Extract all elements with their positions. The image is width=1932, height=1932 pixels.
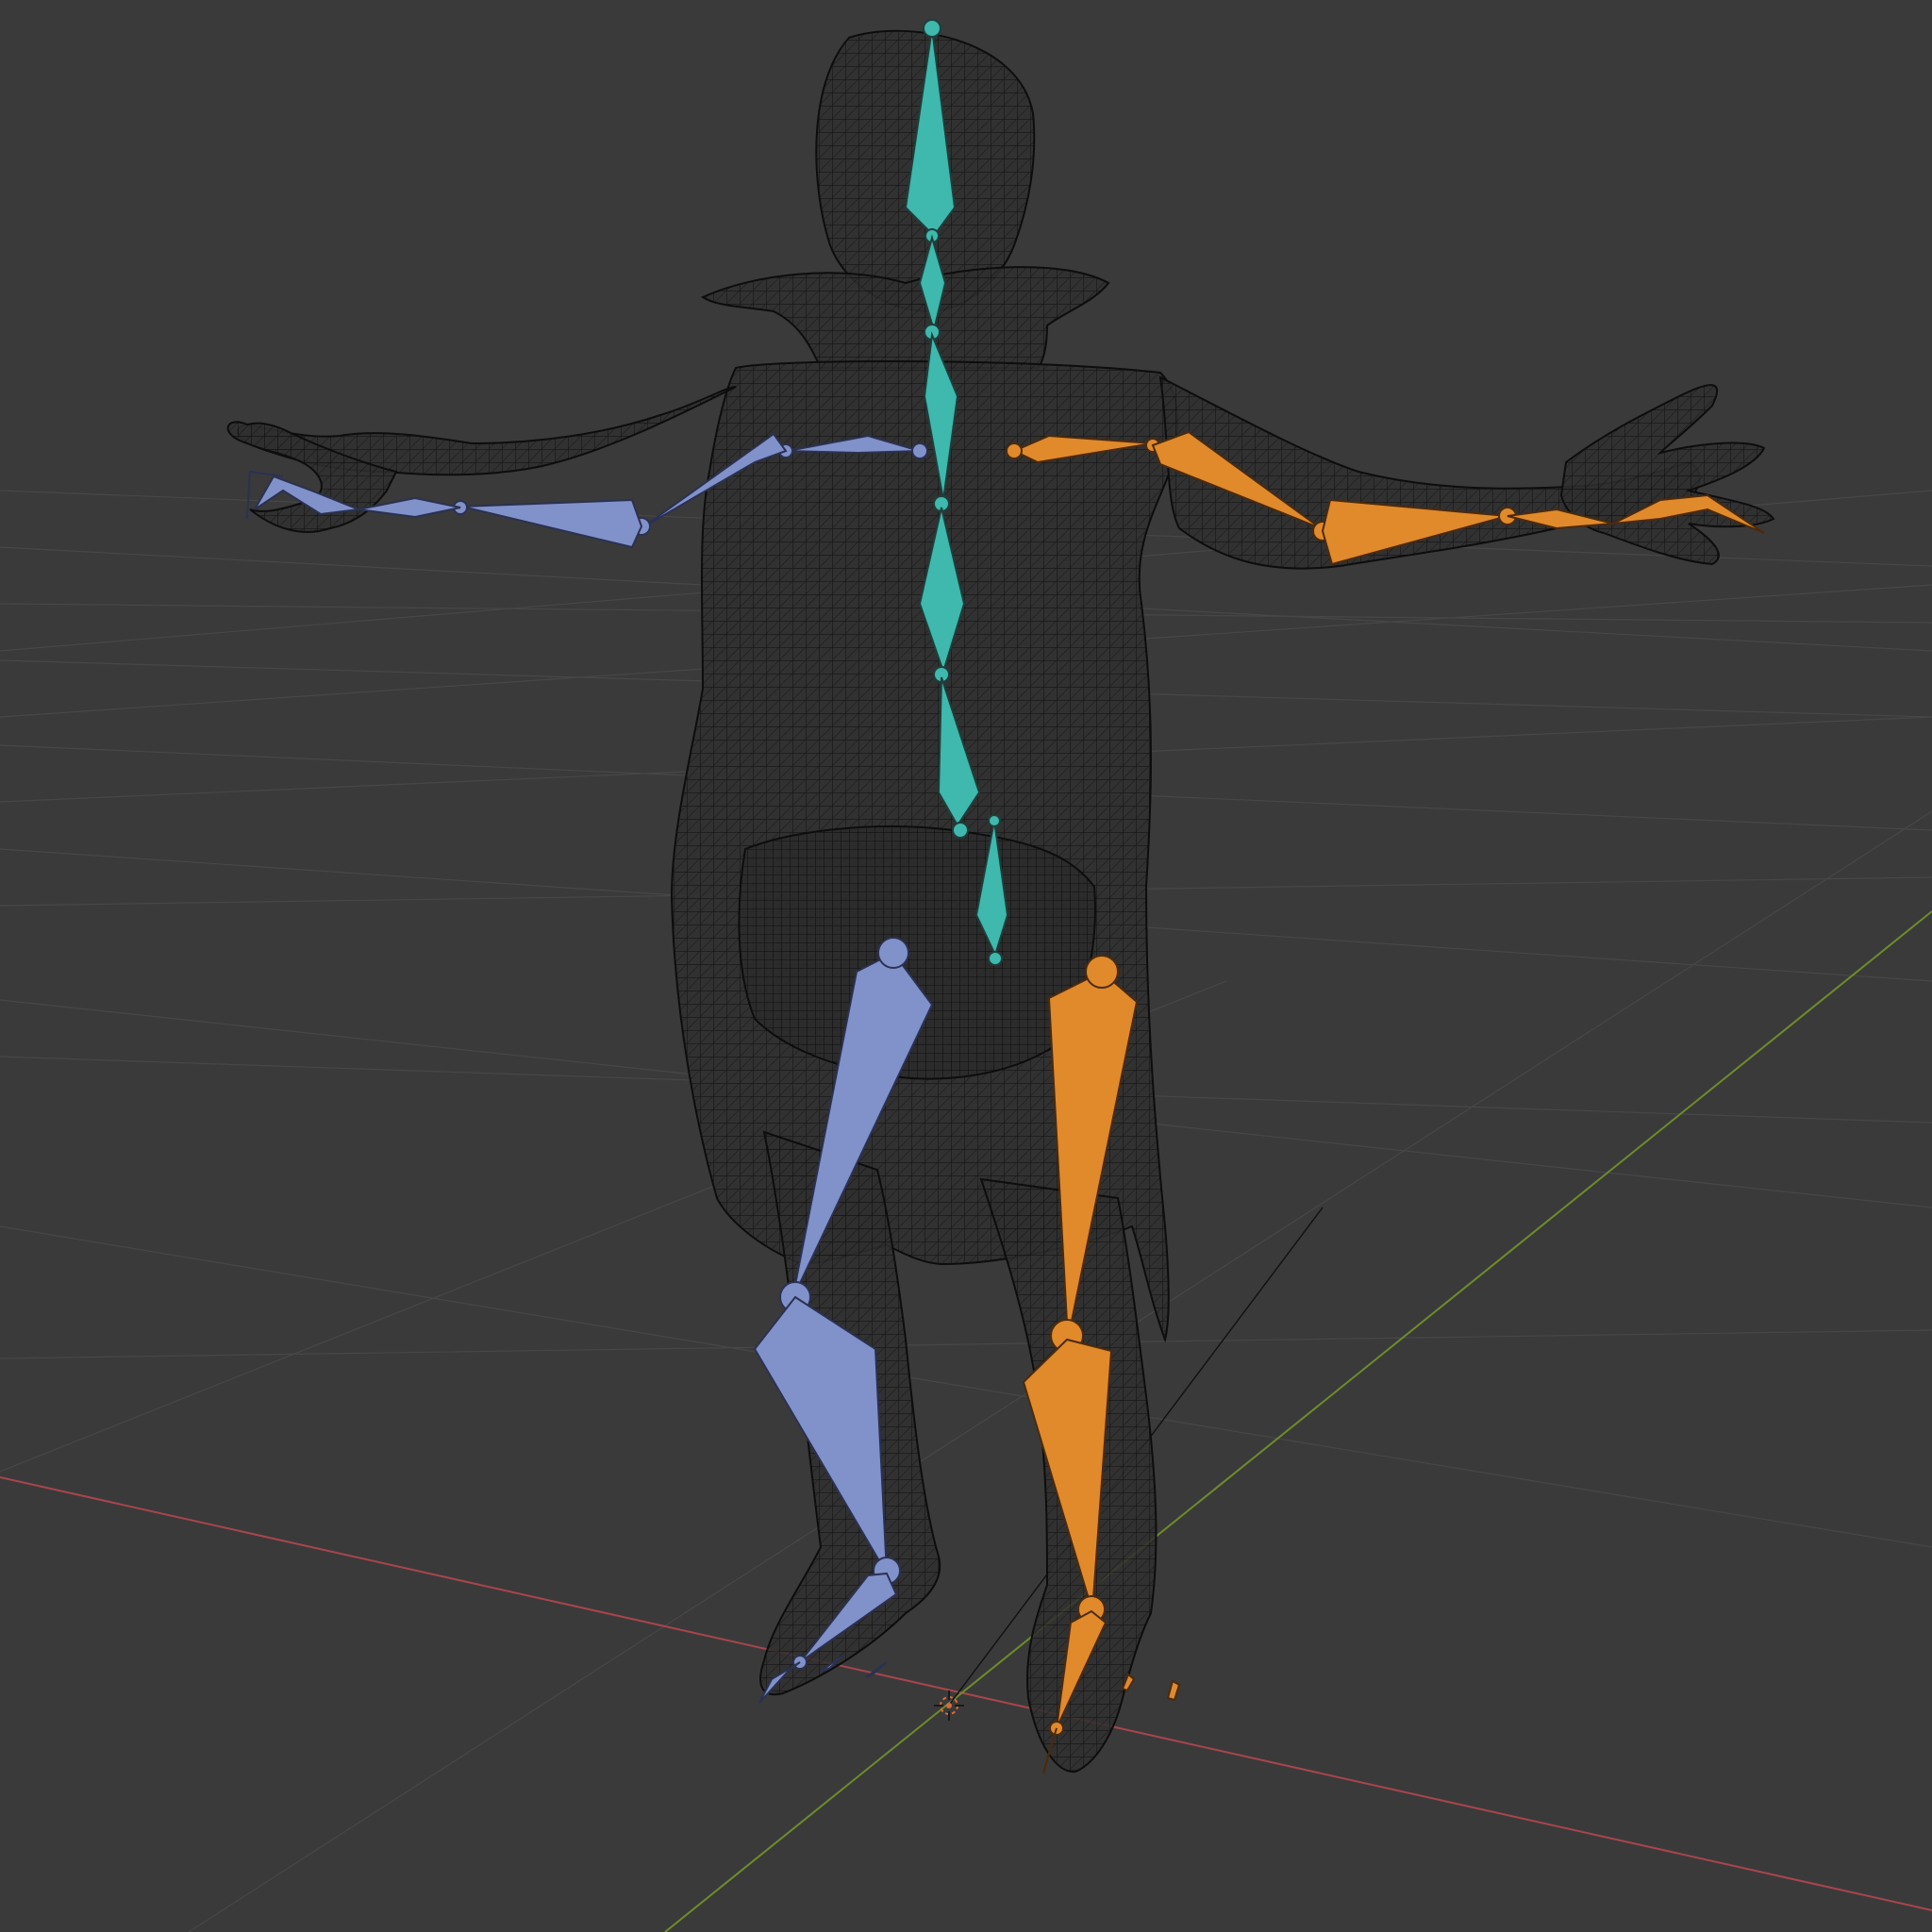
joint-hip-left — [877, 937, 909, 969]
joint-clavicle-left — [911, 442, 928, 459]
mesh-collar — [700, 266, 1110, 369]
bone-toe-extra-right-2 — [1166, 1679, 1181, 1702]
joint-head-tip — [923, 19, 941, 38]
3d-viewport[interactable] — [0, 0, 1932, 1932]
joint-spine-lower — [952, 822, 969, 839]
joint-pelvis-top — [988, 814, 1001, 827]
bone-forearm-left — [461, 498, 643, 549]
mesh-hand-right — [1559, 384, 1775, 566]
viewport-canvas[interactable] — [0, 0, 1932, 1932]
joint-pelvis — [988, 951, 1003, 966]
x-axis-line — [0, 1476, 1932, 1911]
joint-clavicle-right — [1006, 442, 1023, 459]
scene-origin-icon — [946, 1703, 952, 1708]
joint-hip-right — [1085, 955, 1119, 989]
mesh-pelvis — [738, 825, 1096, 1080]
